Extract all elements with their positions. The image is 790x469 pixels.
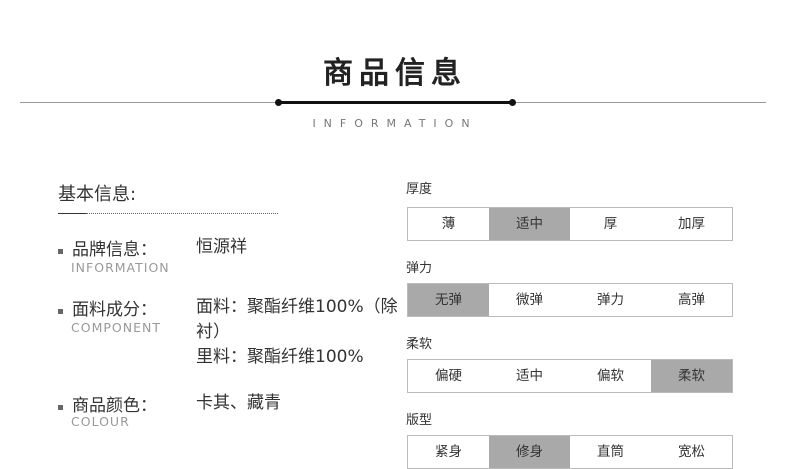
basic-info-underline [58,213,86,214]
attr-option[interactable]: 适中 [489,360,570,392]
item-value: 卡其、藏青 [196,391,281,416]
item-value-line: 里料：聚酯纤维100% [196,347,364,367]
attr-option[interactable]: 柔软 [651,360,732,392]
info-item-brand: 品牌信息： INFORMATION 恒源祥 [58,235,398,285]
attr-row-fit: 紧身 修身 直筒 宽松 [407,435,733,469]
page-subtitle: INFORMATION [312,117,478,130]
attr-label-thickness: 厚度 [406,182,433,197]
info-item-colour: 商品颜色： COLOUR 卡其、藏青 [58,391,398,441]
divider-dot-right [509,99,516,106]
item-value-line: 恒源祥 [196,237,247,257]
attr-row-elasticity: 无弹 微弹 弹力 高弹 [407,283,733,317]
bullet-icon [58,249,63,254]
divider-dot-left [275,99,282,106]
bullet-icon [58,405,63,410]
attr-option[interactable]: 弹力 [570,284,651,316]
item-value: 恒源祥 [196,235,247,260]
item-value-line: 衬） [196,322,230,342]
attr-option[interactable]: 无弹 [408,284,489,316]
attr-label-elasticity: 弹力 [406,261,433,276]
attr-row-thickness: 薄 适中 厚 加厚 [407,207,733,241]
attr-option[interactable]: 直筒 [570,436,651,468]
basic-info-underline-dotted [86,213,278,214]
item-label-en: COLOUR [71,414,130,429]
item-label: 商品颜色： [72,396,157,416]
attr-option[interactable]: 偏软 [570,360,651,392]
item-label-en: COMPONENT [71,320,161,335]
title-divider-thick [278,101,512,104]
attr-option[interactable]: 紧身 [408,436,489,468]
attr-row-softness: 偏硬 适中 偏软 柔软 [407,359,733,393]
attr-option[interactable]: 适中 [489,208,570,240]
attr-option[interactable]: 厚 [570,208,651,240]
item-label-en: INFORMATION [71,260,170,275]
attr-option[interactable]: 加厚 [651,208,732,240]
item-value: 面料：聚酯纤维100%（除 衬） 里料：聚酯纤维100% [196,295,398,370]
item-value-line: 面料：聚酯纤维100%（除 [196,297,398,317]
attr-option[interactable]: 偏硬 [408,360,489,392]
page-title: 商品信息 [323,56,467,91]
attr-option[interactable]: 高弹 [651,284,732,316]
item-value-line: 卡其、藏青 [196,393,281,413]
bullet-icon [58,309,63,314]
info-item-component: 面料成分： COMPONENT 面料：聚酯纤维100%（除 衬） 里料：聚酯纤维… [58,295,418,375]
item-label: 品牌信息： [72,240,157,260]
item-label: 面料成分： [72,300,157,320]
attr-option[interactable]: 薄 [408,208,489,240]
attr-option[interactable]: 微弹 [489,284,570,316]
attr-option[interactable]: 宽松 [651,436,732,468]
attr-option[interactable]: 修身 [489,436,570,468]
attr-label-softness: 柔软 [406,337,433,352]
attr-label-fit: 版型 [406,413,433,428]
basic-info-heading: 基本信息: [58,184,137,205]
